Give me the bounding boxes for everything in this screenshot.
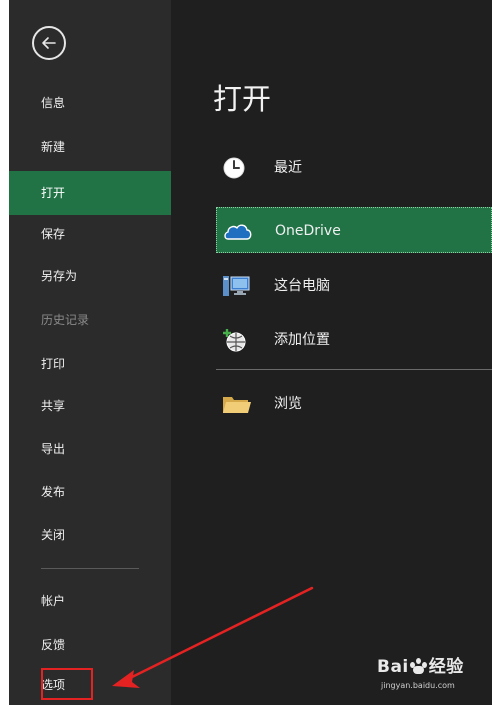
options-highlight-box [41, 668, 93, 700]
location-onedrive[interactable]: OneDrive [216, 207, 492, 253]
watermark-brand: Bai 经验 [377, 657, 464, 677]
location-label: 添加位置 [274, 332, 330, 348]
back-button[interactable] [32, 26, 66, 60]
nav-item-print[interactable]: 打印 [9, 349, 171, 379]
nav-item-save-as[interactable]: 另存为 [9, 261, 171, 291]
add-location-icon [223, 329, 246, 352]
location-label: 最近 [274, 160, 302, 176]
backstage-sidebar: 信息 新建 打开 保存 另存为 历史记录 打印 共享 导出 发布 关闭 帐户 反… [9, 0, 171, 705]
location-this-pc[interactable]: 这台电脑 [216, 263, 492, 309]
baidu-watermark: Bai 经验 jingyan.baidu.com [377, 652, 487, 702]
nav-item-export[interactable]: 导出 [9, 434, 171, 464]
nav-item-info[interactable]: 信息 [9, 88, 171, 118]
backstage-view: 信息 新建 打开 保存 另存为 历史记录 打印 共享 导出 发布 关闭 帐户 反… [9, 0, 492, 705]
folder-icon [223, 397, 251, 413]
clock-icon [223, 157, 245, 179]
sidebar-divider [41, 568, 139, 569]
page-title: 打开 [213, 82, 272, 116]
location-label: 浏览 [274, 396, 302, 412]
nav-item-publish[interactable]: 发布 [9, 477, 171, 507]
nav-item-save[interactable]: 保存 [9, 219, 171, 249]
location-browse[interactable]: 浏览 [216, 381, 492, 427]
location-add-place[interactable]: 添加位置 [216, 317, 492, 363]
nav-item-open[interactable]: 打开 [9, 171, 171, 215]
locations-divider [216, 369, 492, 370]
nav-item-history: 历史记录 [41, 313, 90, 327]
paw-logo [409, 658, 429, 674]
nav-item-feedback[interactable]: 反馈 [9, 630, 171, 660]
cloud-icon [224, 224, 252, 240]
back-arrow-icon [42, 37, 56, 49]
computer-icon [223, 276, 250, 296]
location-recent[interactable]: 最近 [216, 145, 492, 191]
nav-item-account[interactable]: 帐户 [9, 586, 171, 616]
nav-item-share[interactable]: 共享 [9, 391, 171, 421]
nav-item-close[interactable]: 关闭 [9, 520, 171, 550]
nav-item-new[interactable]: 新建 [9, 132, 171, 162]
location-label: OneDrive [275, 223, 341, 239]
location-label: 这台电脑 [274, 278, 330, 294]
watermark-url: jingyan.baidu.com [381, 681, 455, 690]
